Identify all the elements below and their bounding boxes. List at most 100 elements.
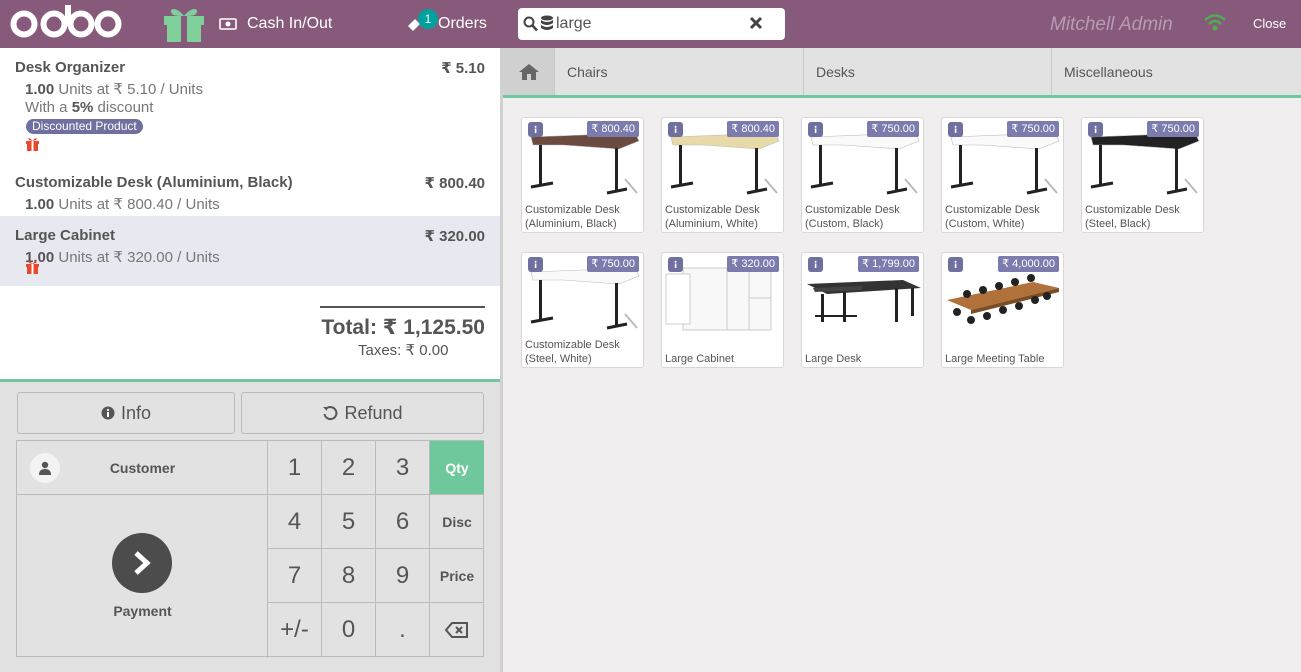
numpad-key-3[interactable]: 3 xyxy=(376,441,430,495)
control-pad: Info Refund Customer Payment 1 2 3 Qty 4… xyxy=(0,379,500,672)
category-bar: Chairs Desks Miscellaneous xyxy=(503,48,1301,98)
backspace-button[interactable] xyxy=(430,603,484,656)
search-input[interactable] xyxy=(556,12,756,36)
product-name: Customizable Desk (Aluminium, Black) xyxy=(525,204,620,230)
product-card[interactable]: ₹ 750.00 Customizable Desk (Steel, Black) xyxy=(1081,117,1204,233)
product-price-tag: ₹ 750.00 xyxy=(587,256,639,272)
product-card[interactable]: ₹ 800.40 Customizable Desk (Aluminium, Bl… xyxy=(521,117,644,233)
home-icon xyxy=(518,63,539,80)
numpad-key-4[interactable]: 4 xyxy=(268,495,322,549)
product-info-icon[interactable] xyxy=(948,257,963,272)
product-info-icon[interactable] xyxy=(668,257,683,272)
category-miscellaneous[interactable]: Miscellaneous xyxy=(1051,48,1301,95)
product-price-tag: ₹ 320.00 xyxy=(727,256,779,272)
line-product-name: Desk Organizer xyxy=(15,59,126,76)
product-card[interactable]: ₹ 750.00 Customizable Desk (Custom, Black… xyxy=(801,117,924,233)
numpad-key-5[interactable]: 5 xyxy=(322,495,376,549)
payment-button[interactable]: Payment xyxy=(17,495,268,658)
product-price-tag: ₹ 750.00 xyxy=(867,121,919,137)
numpad-key-7[interactable]: 7 xyxy=(268,549,322,603)
pane-divider xyxy=(500,48,503,672)
line-product-name: Customizable Desk (Aluminium, Black) xyxy=(15,174,293,191)
search-icon xyxy=(523,16,538,32)
info-button[interactable]: Info xyxy=(17,392,235,434)
product-price-tag: ₹ 800.40 xyxy=(587,121,639,137)
database-icon xyxy=(541,15,553,30)
orders-button[interactable]: 1 Orders xyxy=(404,0,487,48)
numpad-key-plus-minus[interactable]: +/- xyxy=(268,603,322,656)
disc-mode-button[interactable]: Disc xyxy=(430,495,484,549)
line-unit-text: Units at ₹ 320.00 / Units xyxy=(58,249,220,266)
numpad-key-9[interactable]: 9 xyxy=(376,549,430,603)
product-info-icon[interactable] xyxy=(948,122,963,137)
close-button[interactable]: Close xyxy=(1253,16,1286,31)
category-chairs[interactable]: Chairs xyxy=(554,48,803,95)
gift-icon xyxy=(26,261,39,274)
line-price: ₹ 320.00 xyxy=(424,228,485,245)
line-product-name: Large Cabinet xyxy=(15,227,116,244)
undo-icon xyxy=(323,406,338,421)
discount-value: 5% xyxy=(71,99,94,116)
product-price-tag: ₹ 750.00 xyxy=(1147,121,1199,137)
product-info-icon[interactable] xyxy=(1088,122,1103,137)
product-name: Customizable Desk (Steel, White) xyxy=(525,339,620,365)
line-qty-info: 1.00 Units at ₹ 5.10 / Units xyxy=(25,80,203,98)
product-search[interactable] xyxy=(518,8,785,40)
numpad-key-6[interactable]: 6 xyxy=(376,495,430,549)
product-info-icon[interactable] xyxy=(528,122,543,137)
cash-in-out-label: Cash In/Out xyxy=(247,15,333,32)
backspace-icon xyxy=(445,621,468,638)
product-name: Customizable Desk (Custom, Black) xyxy=(805,204,900,230)
product-price-tag: ₹ 800.40 xyxy=(727,121,779,137)
refund-label: Refund xyxy=(344,402,403,423)
order-total: Total: ₹ 1,125.50 xyxy=(321,316,485,339)
customer-button[interactable]: Customer xyxy=(17,441,268,495)
product-info-icon[interactable] xyxy=(808,257,823,272)
home-category-button[interactable] xyxy=(503,48,554,95)
gift-icon[interactable] xyxy=(162,5,206,43)
refund-button[interactable]: Refund xyxy=(241,392,484,434)
product-name: Customizable Desk (Aluminium, White) xyxy=(665,204,760,230)
product-card[interactable]: ₹ 800.40 Customizable Desk (Aluminium, Wh… xyxy=(661,117,784,233)
numpad-key-1[interactable]: 1 xyxy=(268,441,322,495)
category-desks[interactable]: Desks xyxy=(803,48,1051,95)
line-unit-text: Units at ₹ 800.40 / Units xyxy=(58,196,220,213)
numpad-key-2[interactable]: 2 xyxy=(322,441,376,495)
line-price: ₹ 5.10 xyxy=(441,60,485,77)
chevron-right-icon xyxy=(134,551,151,575)
clear-search-icon[interactable] xyxy=(749,16,763,30)
order-line-selected[interactable]: Large Cabinet ₹ 320.00 1.00 Units at ₹ 3… xyxy=(0,216,500,286)
top-bar: Cash In/Out 1 Orders Mitchell Admin Clos… xyxy=(0,0,1301,48)
total-amount: ₹ 1,125.50 xyxy=(382,316,485,339)
product-price-tag: ₹ 750.00 xyxy=(1007,121,1059,137)
order-line[interactable]: Desk Organizer ₹ 5.10 1.00 Units at ₹ 5.… xyxy=(0,48,500,155)
product-name: Customizable Desk (Custom, White) xyxy=(945,204,1040,230)
product-info-icon[interactable] xyxy=(528,257,543,272)
product-card[interactable]: ₹ 320.00 Large Cabinet xyxy=(661,252,784,368)
order-line[interactable]: Customizable Desk (Aluminium, Black) ₹ 8… xyxy=(0,163,500,213)
product-card[interactable]: ₹ 750.00 Customizable Desk (Steel, White) xyxy=(521,252,644,368)
product-card[interactable]: ₹ 1,799.00 Large Desk xyxy=(801,252,924,368)
money-icon xyxy=(219,18,237,30)
product-name: Customizable Desk (Steel, Black) xyxy=(1085,204,1180,230)
product-name: Large Desk xyxy=(805,353,862,365)
numpad-key-dot[interactable]: . xyxy=(376,603,430,656)
info-label: Info xyxy=(120,402,152,423)
price-mode-button[interactable]: Price xyxy=(430,549,484,603)
gift-icon xyxy=(26,138,39,151)
product-info-icon[interactable] xyxy=(668,122,683,137)
taxes-amount: ₹ 0.00 xyxy=(405,342,449,359)
line-qty: 1.00 xyxy=(25,81,55,98)
line-qty-info: 1.00 Units at ₹ 800.40 / Units xyxy=(25,195,220,213)
user-name: Mitchell Admin xyxy=(1050,14,1173,35)
product-info-icon[interactable] xyxy=(808,122,823,137)
product-name: Large Meeting Table xyxy=(945,353,1045,365)
cash-in-out-button[interactable]: Cash In/Out xyxy=(219,0,332,48)
product-card[interactable]: ₹ 750.00 Customizable Desk (Custom, White… xyxy=(941,117,1064,233)
numpad-key-8[interactable]: 8 xyxy=(322,549,376,603)
product-price-tag: ₹ 1,799.00 xyxy=(858,256,919,272)
payment-label: Payment xyxy=(113,603,172,619)
numpad-key-0[interactable]: 0 xyxy=(322,603,376,656)
product-card[interactable]: ₹ 4,000.00 Large Meeting Table xyxy=(941,252,1064,368)
qty-mode-button[interactable]: Qty xyxy=(430,441,484,495)
